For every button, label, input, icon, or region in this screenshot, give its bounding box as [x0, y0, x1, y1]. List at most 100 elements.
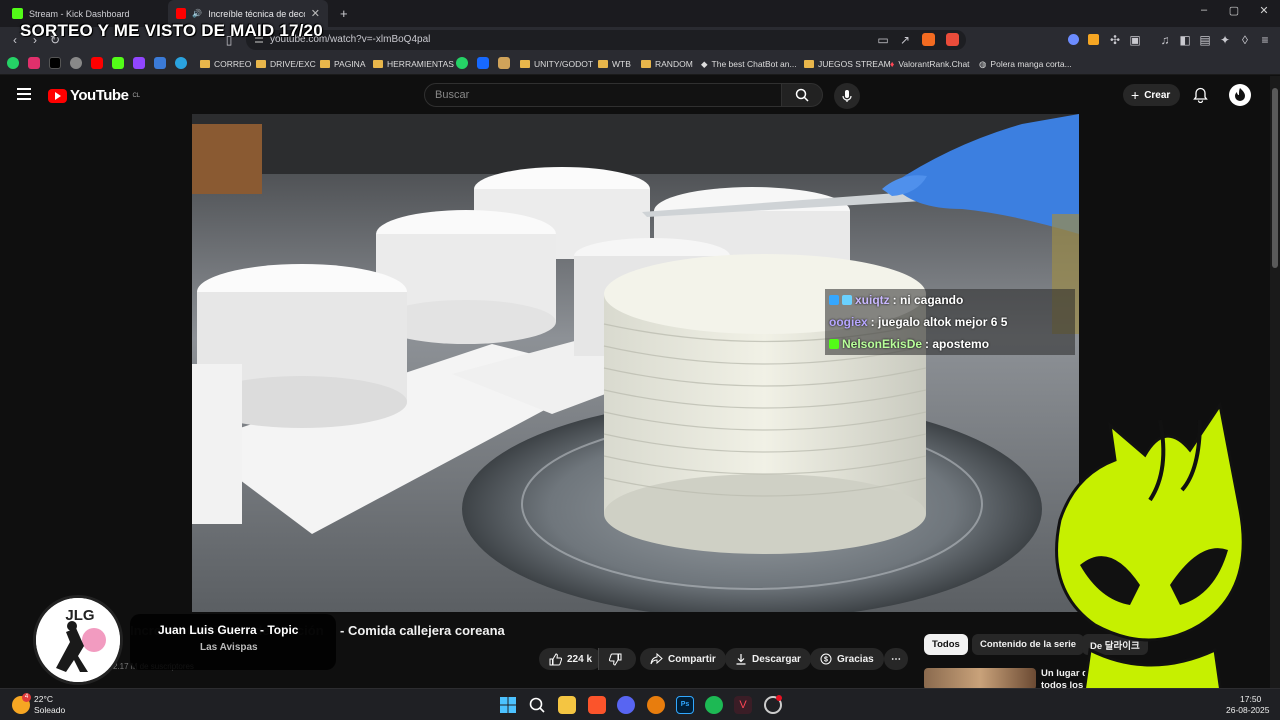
create-button[interactable]: + Crear — [1123, 84, 1181, 106]
chip-todos[interactable]: Todos — [924, 634, 968, 655]
share-button[interactable]: Compartir — [640, 648, 726, 670]
valorant-app-icon[interactable]: V — [734, 696, 752, 714]
bookmark-valorant[interactable]: ♦ ValorantRank.Chat — [890, 57, 970, 71]
bookmark-folder-drive[interactable]: DRIVE/EXC — [256, 57, 316, 71]
bookmark-label: DRIVE/EXC — [270, 59, 316, 69]
paypal-icon[interactable] — [154, 57, 166, 69]
bookmark-polera[interactable]: ◍ Polera manga corta... — [979, 57, 1072, 71]
chat-badge-icon — [829, 339, 839, 349]
url-bar[interactable]: youtube.com/watch?v=-xlmBoQ4pal — [246, 30, 966, 50]
recording-indicator-icon — [776, 695, 782, 701]
like-count: 224 k — [567, 653, 593, 665]
photoshop-icon[interactable]: Ps — [676, 696, 694, 714]
apple-icon[interactable] — [70, 57, 82, 69]
video-player[interactable] — [192, 114, 1079, 612]
kick-bookmark-icon[interactable] — [112, 57, 124, 69]
chat-username: oogiex — [829, 315, 868, 329]
avatar-flame-icon — [1235, 88, 1245, 101]
bookmark-label: UNITY/GODOT — [534, 59, 594, 69]
more-actions-button[interactable]: ⋯ — [884, 648, 908, 670]
image-bookmark-icon[interactable] — [498, 57, 510, 69]
voice-search-button[interactable] — [834, 83, 860, 109]
bookmark-label: WTB — [612, 59, 631, 69]
screenshot-icon[interactable]: ▣ — [1128, 33, 1142, 47]
new-tab-button[interactable]: + — [332, 0, 352, 27]
recommended-video-thumbnail[interactable] — [924, 668, 1036, 690]
account-avatar[interactable] — [1229, 84, 1251, 106]
maximize-button[interactable]: ▢ — [1219, 4, 1249, 17]
share-page-icon[interactable]: ↗ — [898, 33, 912, 47]
bookmarks-bar: CORREO DRIVE/EXC PAGINA HERRAMIENTAS UNI… — [0, 53, 1280, 75]
brave-rewards-icon[interactable] — [946, 33, 959, 46]
search-button[interactable] — [781, 83, 823, 107]
search-input[interactable] — [425, 84, 781, 106]
spotify-icon[interactable] — [705, 696, 723, 714]
extensions-puzzle-icon[interactable]: ✣ — [1108, 33, 1122, 47]
taskbar-search-icon[interactable] — [528, 696, 546, 714]
bookmark-folder-correo[interactable]: CORREO — [200, 57, 251, 71]
now-playing-song: Las Avispas — [200, 642, 258, 653]
minimize-button[interactable]: – — [1189, 4, 1219, 16]
bookmark-chatbot[interactable]: ◆ The best ChatBot an... — [701, 57, 797, 71]
hamburger-menu-icon[interactable] — [17, 88, 31, 100]
jlg-logo-icon: JLG — [36, 598, 120, 682]
weather-description[interactable]: Soleado — [34, 705, 65, 715]
taskbar-clock-date[interactable]: 26-08-2025 — [1226, 705, 1269, 715]
extension-notes-icon[interactable] — [1088, 34, 1099, 45]
discord-icon[interactable] — [617, 696, 635, 714]
blender-icon[interactable] — [647, 696, 665, 714]
telegram-icon[interactable] — [175, 57, 187, 69]
bookmark-label: CORREO — [214, 59, 252, 69]
create-label: Crear — [1144, 89, 1171, 101]
search-box[interactable] — [424, 83, 782, 107]
shield-icon[interactable]: ◊ — [1238, 33, 1252, 47]
x-twitter-icon[interactable] — [49, 57, 61, 69]
file-explorer-icon[interactable] — [558, 696, 576, 714]
download-label: Descargar — [752, 653, 801, 665]
chat-message: oogiex : juegalo altok mejor 6 5 — [825, 311, 1075, 333]
bookmark-folder-pagina[interactable]: PAGINA — [320, 57, 366, 71]
notifications-bell-icon[interactable] — [1193, 87, 1208, 103]
media-music-icon[interactable]: ♫ — [1158, 33, 1172, 47]
bookmark-folder-unity[interactable]: UNITY/GODOT — [520, 57, 593, 71]
jlg-logo-text: JLG — [65, 607, 94, 624]
behance-icon[interactable] — [477, 57, 489, 69]
sidebar-icon[interactable]: ◧ — [1178, 33, 1192, 47]
tab-close-icon[interactable]: ✕ — [311, 7, 320, 20]
brave-shields-icon[interactable] — [922, 33, 935, 46]
spotify-bookmark-icon[interactable] — [456, 57, 468, 69]
brave-browser-icon[interactable] — [588, 696, 606, 714]
bookmark-folder-herramientas[interactable]: HERRAMIENTAS — [373, 57, 454, 71]
youtube-logo[interactable]: YouTube CL — [48, 87, 140, 104]
folder-icon — [520, 60, 530, 68]
dislike-button[interactable] — [598, 648, 636, 670]
bookmark-folder-wtb[interactable]: WTB — [598, 57, 631, 71]
windows-start-icon[interactable] — [499, 696, 517, 714]
menu-icon[interactable]: ≡ — [1258, 33, 1272, 47]
bookmark-folder-random[interactable]: RANDOM — [641, 57, 693, 71]
valorant-icon: ♦ — [890, 59, 895, 69]
like-button[interactable]: 224 k — [539, 648, 603, 670]
video-title: - Comida callejera coreana — [340, 623, 505, 638]
instagram-icon[interactable] — [28, 57, 40, 69]
stream-overlay-title: SORTEO Y ME VISTO DE MAID 17/20 — [20, 21, 323, 40]
bookmark-label: PAGINA — [334, 59, 366, 69]
folder-icon — [256, 60, 266, 68]
whatsapp-icon[interactable] — [7, 57, 19, 69]
youtube-bookmark-icon[interactable] — [91, 57, 103, 69]
extension-vpn-icon[interactable] — [1068, 34, 1079, 45]
leo-ai-icon[interactable]: ✦ — [1218, 33, 1232, 47]
download-button[interactable]: Descargar — [725, 648, 811, 670]
bookmark-label: The best ChatBot an... — [711, 59, 797, 69]
weather-temperature[interactable]: 22°C — [34, 694, 53, 704]
wallet-icon[interactable]: ▤ — [1198, 33, 1212, 47]
cast-icon[interactable]: ▭ — [876, 33, 890, 47]
bookmark-folder-juegos[interactable]: JUEGOS STREAM — [804, 57, 891, 71]
scrollbar-thumb[interactable] — [1272, 88, 1278, 268]
twitch-icon[interactable] — [133, 57, 145, 69]
thumbs-up-icon — [549, 652, 562, 665]
taskbar-clock-time[interactable]: 17:50 — [1240, 694, 1261, 704]
page-scrollbar[interactable] — [1270, 76, 1280, 688]
close-window-button[interactable]: ✕ — [1249, 4, 1279, 17]
thanks-button[interactable]: $ Gracias — [810, 648, 884, 670]
